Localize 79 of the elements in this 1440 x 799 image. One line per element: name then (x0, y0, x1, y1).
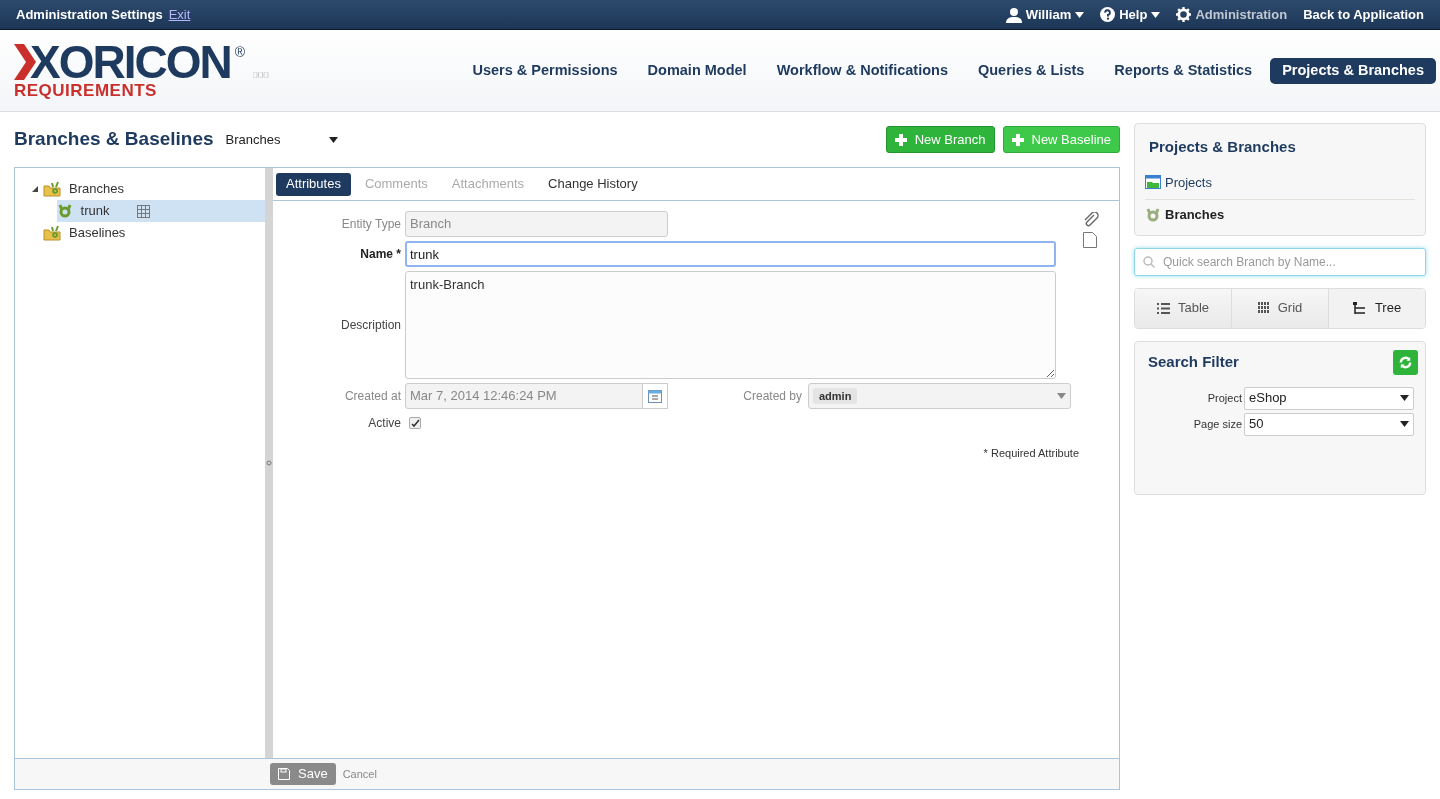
filter-label: Project (1206, 390, 1242, 406)
nav-tab[interactable]: Reports & Statistics (1102, 57, 1265, 84)
card-title: Search Filter (1148, 351, 1239, 372)
page-title: Administration Settings (16, 5, 163, 24)
branch-icon (1145, 207, 1161, 223)
dots-icon (253, 71, 269, 78)
caret-icon (1400, 421, 1409, 427)
view-toggle[interactable]: Tree (1328, 288, 1425, 328)
tree-item[interactable]: Branches (43, 178, 136, 200)
card-title: Projects & Branches (1148, 137, 1297, 157)
grid-icon (1257, 302, 1270, 314)
admin-label: Administration (1195, 5, 1288, 24)
description-field[interactable]: trunk-Branch (405, 271, 1056, 379)
search-icon (1143, 255, 1155, 268)
exit-link[interactable]: Exit (168, 4, 191, 25)
required-note: * Required Attribute (983, 446, 1079, 461)
created-by-select[interactable]: admin (808, 383, 1071, 409)
field-label: Active (367, 415, 401, 432)
settings-icon (1176, 7, 1192, 22)
field-label: Created by (743, 388, 802, 405)
nav-tab[interactable]: Workflow & Notifications (764, 57, 960, 84)
user-icon (1005, 6, 1022, 23)
field-label: Name (360, 247, 393, 261)
folder-icon (1145, 175, 1161, 190)
active-checkbox[interactable] (409, 417, 421, 429)
view-toggle[interactable]: Table (1135, 288, 1231, 328)
page-size-select[interactable]: 50 (1244, 412, 1414, 436)
field-label: Entity Type (340, 216, 401, 233)
refresh-button[interactable] (1393, 349, 1418, 375)
search-field[interactable]: Quick search Branch by Name... (1134, 247, 1426, 276)
caret-icon (1400, 395, 1409, 401)
document-icon[interactable] (1083, 232, 1097, 248)
grid-icon[interactable] (137, 204, 151, 218)
detail-tab[interactable]: Attributes (276, 172, 351, 196)
logo-subtitle: REQUIREMENTS (14, 81, 158, 100)
project-select[interactable]: eShop (1244, 386, 1414, 410)
view-toggle[interactable]: Grid (1231, 288, 1328, 328)
sidebar-item[interactable]: Branches (1145, 198, 1415, 231)
nav-tab[interactable]: Queries & Lists (966, 57, 1097, 84)
folder-icon (43, 181, 61, 197)
refresh-icon (1398, 354, 1413, 370)
created-at-field: Mar 7, 2014 12:46:24 PM (405, 383, 643, 409)
help-menu[interactable]: Help (1100, 4, 1161, 25)
back-to-application-link[interactable]: Back to Application (1303, 4, 1424, 25)
tree-item[interactable]: trunk (56, 200, 265, 222)
nav-tab[interactable]: Projects & Branches (1270, 57, 1436, 84)
name-field[interactable]: trunk (405, 241, 1056, 267)
entity-type-field: Branch (405, 211, 668, 237)
field-label: Description (339, 317, 401, 334)
user-menu[interactable]: William (1005, 4, 1085, 25)
help-icon (1100, 7, 1116, 22)
field-label: Created at (343, 388, 401, 405)
plus-icon (1011, 133, 1024, 146)
calendar-icon (648, 389, 662, 403)
folder-icon (43, 225, 61, 241)
calendar-button[interactable] (643, 383, 668, 409)
grip-icon (266, 460, 272, 466)
list-icon (1156, 302, 1170, 314)
paperclip-icon[interactable] (1083, 212, 1099, 228)
caret-icon (1057, 393, 1066, 399)
detail-tab[interactable]: Change History (538, 172, 648, 196)
collapse-toggle-icon[interactable] (31, 185, 39, 193)
required-mark: * (396, 247, 401, 261)
save-icon (278, 768, 290, 780)
plus-icon (894, 133, 907, 146)
branch-icon (56, 203, 73, 219)
tree-icon (1352, 301, 1367, 315)
caret-icon (1075, 11, 1085, 18)
caret-icon (1151, 11, 1161, 18)
tree-item[interactable]: Baselines (43, 222, 138, 244)
caret-icon (328, 136, 338, 143)
nav-tab[interactable]: Users & Permissions (460, 57, 630, 84)
registered-mark: ® (234, 42, 245, 62)
filter-label: Page size (1192, 416, 1242, 432)
logo-wordmark: XORICON (30, 41, 231, 82)
page-heading: Branches & Baselines (14, 127, 214, 152)
nav-tab[interactable]: Domain Model (635, 57, 759, 84)
type-select[interactable]: Branches (225, 129, 338, 150)
sidebar-item[interactable]: Projects (1145, 166, 1415, 199)
